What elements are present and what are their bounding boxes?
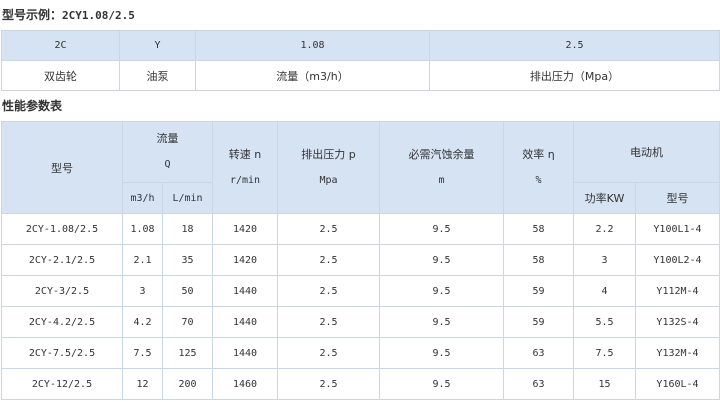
table-cell: 58 — [503, 213, 574, 245]
table-cell: 2.2 — [573, 213, 636, 245]
table-cell: 2.1 — [122, 244, 163, 276]
table-row: 2CY-7.5/2.5 7.5 125 1440 2.5 9.5 63 7.5 Y132M-4 — [1, 337, 720, 369]
table-cell: 2CY-4.2/2.5 — [1, 306, 123, 338]
table-cell: 50 — [162, 275, 213, 307]
table-cell: 9.5 — [379, 244, 504, 276]
table-cell: 18 — [162, 213, 213, 245]
meaning-cell: 排出压力（Mpa） — [429, 60, 720, 91]
header-motor: 电动机 — [573, 121, 720, 183]
table-cell: 2.5 — [277, 275, 380, 307]
table-cell: 3 — [573, 244, 636, 276]
table-cell: 9.5 — [379, 337, 504, 369]
header-power: 功率KW — [573, 182, 636, 214]
code-cell: 2C — [1, 30, 120, 61]
table-cell: Y132S-4 — [635, 306, 720, 338]
table-row: 2CY-12/2.5 12 200 1460 2.5 9.5 63 15 Y160L-4 — [1, 368, 720, 400]
header-efficiency: 效率 η% — [503, 121, 574, 214]
header-flow: 流量 Q — [122, 121, 213, 183]
header-flow-lmin: L/min — [162, 182, 213, 214]
table-cell: 1440 — [212, 306, 278, 338]
meaning-cell: 双齿轮 — [1, 60, 120, 91]
code-cell: 2.5 — [429, 30, 720, 61]
model-example-table: 2C Y 1.08 2.5 双齿轮 油泵 流量（m3/h） 排出压力（Mpa） — [1, 30, 720, 91]
table-row: 2CY-2.1/2.5 2.1 35 1420 2.5 9.5 58 3 Y100L2-4 — [1, 244, 720, 276]
meaning-cell: 流量（m3/h） — [195, 60, 430, 91]
table-cell: 63 — [503, 337, 574, 369]
table-cell: 9.5 — [379, 306, 504, 338]
table-cell: 59 — [503, 275, 574, 307]
table-row: 2CY-4.2/2.5 4.2 70 1440 2.5 9.5 59 5.5 Y132S-4 — [1, 306, 720, 338]
table-cell: 7.5 — [122, 337, 163, 369]
table-cell: 2.5 — [277, 213, 380, 245]
header-model: 型号 — [1, 121, 123, 214]
table-cell: 9.5 — [379, 275, 504, 307]
performance-table: 型号 流量 Q 转速 n r/min 排出压力 p Mpa 必需汽蚀余量 m 效率 η%… — [1, 121, 720, 400]
table-cell: Y100L1-4 — [635, 213, 720, 245]
table-cell: 1440 — [212, 337, 278, 369]
table-row: 2CY-3/2.5 3 50 1440 2.5 9.5 59 4 Y112M-4 — [1, 275, 720, 307]
table-cell: 2CY-7.5/2.5 — [1, 337, 123, 369]
table-cell: 200 — [162, 368, 213, 400]
header-speed: 转速 n r/min — [212, 121, 278, 214]
table-cell: 5.5 — [573, 306, 636, 338]
table-cell: 125 — [162, 337, 213, 369]
table-cell: 2.5 — [277, 244, 380, 276]
header-motor-model: 型号 — [635, 182, 720, 214]
table-cell: 58 — [503, 244, 574, 276]
table-cell: 7.5 — [573, 337, 636, 369]
model-example-title: 型号示例：2CY1.08/2.5 — [2, 8, 135, 22]
header-pressure: 排出压力 p Mpa — [277, 121, 380, 214]
table-cell: 3 — [122, 275, 163, 307]
table-cell: 2.5 — [277, 368, 380, 400]
table-cell: 9.5 — [379, 368, 504, 400]
table-cell: 2.5 — [277, 337, 380, 369]
table-cell: 4.2 — [122, 306, 163, 338]
code-cell: 1.08 — [195, 30, 430, 61]
table-cell: 1460 — [212, 368, 278, 400]
table-cell: 1440 — [212, 275, 278, 307]
table-cell: Y160L-4 — [635, 368, 720, 400]
perf-title: 性能参数表 — [2, 99, 63, 113]
table-cell: 2.5 — [277, 306, 380, 338]
table-cell: 2CY-2.1/2.5 — [1, 244, 123, 276]
table-cell: Y112M-4 — [635, 275, 720, 307]
meaning-cell: 油泵 — [119, 60, 196, 91]
table-cell: 2CY-12/2.5 — [1, 368, 123, 400]
table-cell: 4 — [573, 275, 636, 307]
table-cell: 35 — [162, 244, 213, 276]
code-cell: Y — [119, 30, 196, 61]
table-cell: 1420 — [212, 244, 278, 276]
table-cell: Y100L2-4 — [635, 244, 720, 276]
table-cell: Y132M-4 — [635, 337, 720, 369]
table-cell: 63 — [503, 368, 574, 400]
header-flow-m3h: m3/h — [122, 182, 163, 214]
table-row: 2CY-1.08/2.5 1.08 18 1420 2.5 9.5 58 2.2 Y100L1-… — [1, 213, 720, 245]
table-cell: 70 — [162, 306, 213, 338]
table-cell: 1420 — [212, 213, 278, 245]
table-cell: 9.5 — [379, 213, 504, 245]
table-cell: 59 — [503, 306, 574, 338]
table-cell: 2CY-1.08/2.5 — [1, 213, 123, 245]
table-cell: 2CY-3/2.5 — [1, 275, 123, 307]
table-cell: 1.08 — [122, 213, 163, 245]
table-cell: 12 — [122, 368, 163, 400]
table-cell: 15 — [573, 368, 636, 400]
header-npsh: 必需汽蚀余量 m — [379, 121, 504, 214]
